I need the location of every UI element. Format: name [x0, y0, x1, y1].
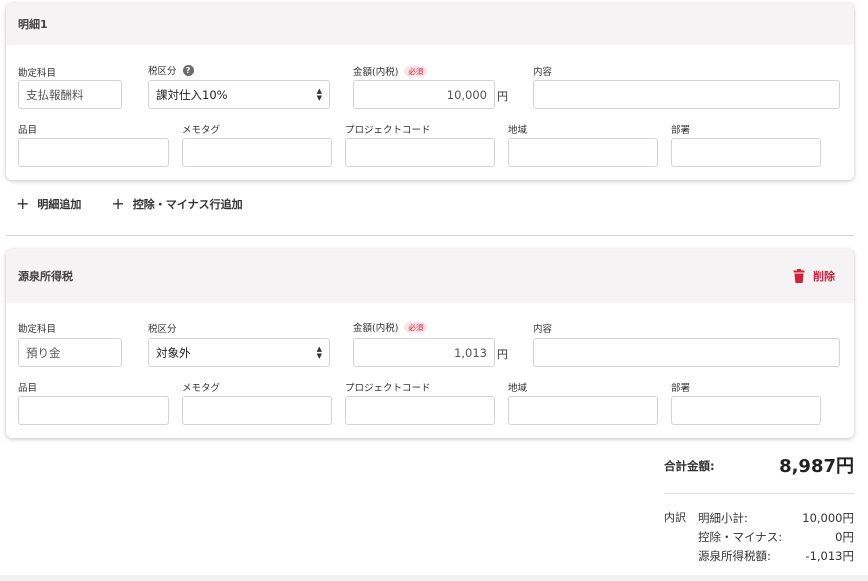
- project-label: プロジェクトコード: [345, 125, 431, 136]
- withholding-card-title: 源泉所得税: [18, 270, 73, 283]
- detail-card-title: 明細1: [18, 18, 48, 31]
- item-input[interactable]: [18, 396, 169, 425]
- tax-select[interactable]: 課対仕入10% ▲ ▼: [148, 80, 330, 109]
- select-arrows-icon: ▲ ▼: [316, 344, 322, 360]
- breakdown-row: 源泉所得税額: -1,013円: [698, 548, 854, 564]
- item-label: 品目: [18, 383, 38, 394]
- add-deduction-button[interactable]: + 控除・マイナス行追加: [111, 196, 242, 212]
- project-input[interactable]: [345, 138, 495, 167]
- withholding-card-header: 源泉所得税 削除: [6, 249, 854, 303]
- amount-label-text: 金額(内税): [353, 67, 399, 78]
- breakdown-value: 10,000円: [802, 511, 854, 525]
- amount-value: 1,013: [454, 345, 487, 360]
- breakdown-label: 明細小計:: [698, 511, 748, 525]
- tax-value: 課対仕入10%: [156, 87, 228, 102]
- breakdown-row: 控除・マイナス: 0円: [698, 529, 854, 545]
- detail-card-1: 明細1 勘定科目 支払報酬料 税区分 ? 課対仕入10% ▲ ▼ 金額(内税) 必…: [6, 3, 854, 180]
- account-value: 支払報酬料: [26, 87, 84, 102]
- content-input[interactable]: [533, 80, 840, 109]
- amount-input[interactable]: 10,000: [353, 80, 495, 109]
- amount-input[interactable]: 1,013: [353, 338, 495, 367]
- breakdown-value: 0円: [835, 530, 854, 544]
- region-input[interactable]: [508, 138, 658, 167]
- total-value: 8,987円: [779, 456, 854, 477]
- required-badge: 必須: [404, 321, 428, 333]
- required-badge: 必須: [404, 65, 428, 77]
- add-deduction-label: 控除・マイナス行追加: [132, 198, 243, 211]
- item-label: 品目: [18, 125, 38, 136]
- total-label: 合計金額:: [664, 459, 715, 473]
- region-input[interactable]: [508, 396, 658, 425]
- tax-select[interactable]: 対象外 ▲ ▼: [148, 338, 330, 367]
- bottom-strip: [0, 575, 868, 581]
- amount-value: 10,000: [446, 87, 487, 102]
- account-label: 勘定科目: [18, 324, 57, 335]
- trash-icon: [793, 269, 805, 283]
- content-input[interactable]: [533, 338, 840, 367]
- region-label: 地域: [508, 383, 528, 394]
- content-label: 内容: [533, 324, 553, 335]
- breakdown-row: 明細小計: 10,000円: [698, 510, 854, 526]
- withholding-card: 源泉所得税 削除 勘定科目 預り金 税区分 対象外 ▲ ▼ 金額(内税) 必須 1…: [6, 249, 854, 438]
- summary-divider: [664, 493, 854, 494]
- item-input[interactable]: [18, 138, 169, 167]
- tax-value: 対象外: [156, 345, 191, 360]
- amount-unit: 円: [497, 90, 508, 103]
- memo-input[interactable]: [182, 138, 332, 167]
- delete-button[interactable]: 削除: [793, 268, 835, 284]
- account-input[interactable]: 支払報酬料: [18, 80, 122, 109]
- amount-label: 金額(内税) 必須: [353, 64, 428, 78]
- plus-icon: +: [111, 194, 125, 213]
- department-label: 部署: [671, 383, 691, 394]
- tax-label-text: 税区分: [148, 66, 177, 77]
- account-input[interactable]: 預り金: [18, 338, 122, 367]
- account-value: 預り金: [26, 345, 61, 360]
- help-icon[interactable]: ?: [182, 64, 194, 76]
- content-label: 内容: [533, 67, 553, 78]
- memo-label: メモタグ: [182, 383, 221, 394]
- memo-label: メモタグ: [182, 125, 221, 136]
- tax-label: 税区分: [148, 324, 177, 335]
- amount-label-text: 金額(内税): [353, 323, 399, 334]
- account-label: 勘定科目: [18, 68, 57, 79]
- add-row-actions: + 明細追加 + 控除・マイナス行追加: [16, 196, 243, 212]
- breakdown-label: 源泉所得税額:: [698, 549, 771, 563]
- breakdown-title: 内訳: [664, 511, 686, 524]
- amount-unit: 円: [497, 348, 508, 361]
- department-label: 部署: [671, 125, 691, 136]
- detail-card-header: 明細1: [6, 3, 854, 45]
- tax-label: 税区分 ?: [148, 63, 194, 77]
- breakdown-label: 控除・マイナス:: [698, 530, 783, 544]
- delete-label: 削除: [813, 270, 835, 283]
- add-detail-label: 明細追加: [37, 198, 82, 211]
- select-arrows-icon: ▲ ▼: [316, 86, 322, 102]
- plus-icon: +: [16, 194, 30, 213]
- amount-label: 金額(内税) 必須: [353, 320, 428, 334]
- region-label: 地域: [508, 125, 528, 136]
- breakdown-value: -1,013円: [805, 549, 854, 563]
- department-input[interactable]: [671, 138, 821, 167]
- section-divider: [6, 235, 854, 236]
- project-label: プロジェクトコード: [345, 383, 431, 394]
- memo-input[interactable]: [182, 396, 332, 425]
- project-input[interactable]: [345, 396, 495, 425]
- add-detail-button[interactable]: + 明細追加: [16, 196, 81, 212]
- department-input[interactable]: [671, 396, 821, 425]
